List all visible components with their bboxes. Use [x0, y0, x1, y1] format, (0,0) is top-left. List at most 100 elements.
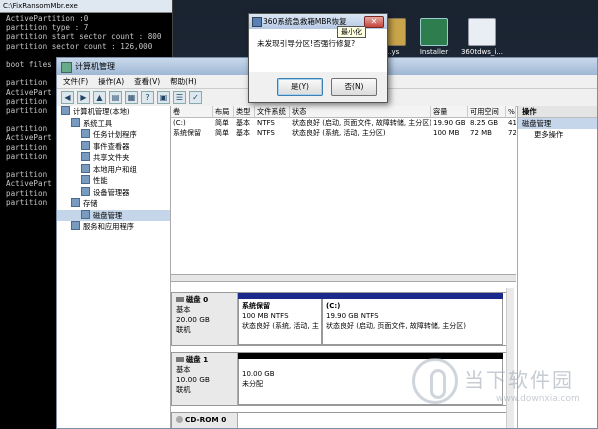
volume-cell-pct: 72	[508, 129, 516, 137]
clock-icon	[81, 129, 90, 138]
console-line: partition start sector count : 800	[6, 32, 162, 42]
tree-item[interactable]: 事件查看器	[57, 140, 170, 153]
dialog-title: 360系统急救箱MBR恢复	[263, 17, 347, 26]
tree-item-label: 磁盘管理	[93, 210, 123, 220]
cdrom-icon	[176, 416, 183, 423]
up-folder-icon[interactable]: ▲	[93, 91, 106, 104]
computer-icon	[61, 106, 70, 115]
desktop-icon-360tdws[interactable]: 360tdws_i...	[458, 18, 506, 56]
volume-cell-vol: 系统保留	[173, 129, 201, 137]
pane-splitter[interactable]	[171, 274, 516, 282]
tree-item-label: 共享文件夹	[93, 153, 130, 162]
tree-item-label: 任务计划程序	[93, 130, 137, 139]
storage-icon	[71, 198, 80, 207]
window-title: 计算机管理	[75, 62, 115, 71]
tree-item[interactable]: 系统工具	[57, 117, 170, 130]
col-layout[interactable]: 布局	[213, 106, 234, 117]
tree-item-label: 设备管理器	[93, 187, 130, 197]
partition-c[interactable]: (C:) 19.90 GB NTFS 状态良好 (启动, 页面文件, 故障转储,…	[322, 293, 503, 345]
no-button[interactable]: 否(N)	[331, 78, 377, 96]
volume-cell-fs: NTFS	[257, 119, 275, 127]
settings-icon[interactable]: ✓	[189, 91, 202, 104]
volume-cell-cap: 100 MB	[433, 129, 460, 137]
partition-system-reserved[interactable]: 系统保留 100 MB NTFS 状态良好 (系统, 活动, 主	[238, 293, 322, 345]
menu-file[interactable]: 文件(F)	[63, 75, 88, 88]
disk-kind: 基本	[176, 305, 191, 314]
disk-state: 联机	[176, 385, 191, 394]
tree-item-label: 系统工具	[83, 118, 113, 128]
desktop-icon-label: 360tdws_i...	[460, 48, 504, 56]
disk-0-row[interactable]: 磁盘 0 基本 20.00 GB 联机 系统保留 100 MB NTFS 状态良…	[171, 292, 507, 346]
view-icon[interactable]: ▣	[157, 91, 170, 104]
volume-row[interactable]: (C:) 简单 基本 NTFS 状态良好 (启动, 页面文件, 故障转储, 主分区) 19…	[171, 118, 516, 128]
dialog-titlebar[interactable]: 360系统急救箱MBR恢复 ✕	[249, 14, 387, 29]
disk-name: 磁盘 0	[186, 295, 209, 304]
volume-cell-layout: 简单	[215, 119, 229, 127]
actions-more[interactable]: 更多操作	[518, 129, 597, 140]
properties-icon[interactable]: ▦	[125, 91, 138, 104]
list-icon[interactable]: ☰	[173, 91, 186, 104]
col-capacity[interactable]: 容量	[431, 106, 468, 117]
col-status[interactable]: 状态	[290, 106, 431, 117]
partition-size: 19.90 GB NTFS	[326, 312, 379, 320]
watermark-text: 当下软件园	[464, 368, 574, 392]
disk-size: 10.00 GB	[176, 375, 210, 384]
yes-button[interactable]: 是(Y)	[277, 78, 323, 96]
tree-item[interactable]: 设备管理器	[57, 186, 170, 199]
tree-item[interactable]: 存储	[57, 198, 170, 210]
show-tree-icon[interactable]: ▤	[109, 91, 122, 104]
mbr-repair-dialog[interactable]: 360系统急救箱MBR恢复 ✕ 未发现引导分区!否强行修复? 是(Y) 否(N)	[248, 13, 388, 103]
tree-item-label: 存储	[83, 199, 98, 208]
minimize-tooltip: 最小化	[337, 26, 366, 38]
volume-cell-fs: NTFS	[257, 129, 275, 137]
tree-item[interactable]: 性能	[57, 175, 170, 187]
col-free-space[interactable]: 可用空间	[468, 106, 506, 117]
file-icon	[468, 18, 496, 46]
app-icon	[252, 17, 262, 27]
computer-management-icon	[61, 62, 72, 73]
tree-item[interactable]: 任务计划程序	[57, 129, 170, 141]
desktop-icon-label: Installer	[419, 48, 449, 56]
disk-state: 联机	[176, 325, 191, 334]
tree-item-label: 事件查看器	[93, 141, 130, 151]
col-type[interactable]: 类型	[234, 106, 255, 117]
partition-status: 状态良好 (启动, 页面文件, 故障转储, 主分区)	[326, 322, 467, 330]
menu-help[interactable]: 帮助(H)	[170, 75, 197, 88]
disk-name: 磁盘 1	[186, 355, 209, 364]
partition-status: 状态良好 (系统, 活动, 主	[242, 322, 319, 330]
partition-size: 100 MB NTFS	[242, 312, 289, 320]
desktop-icon-installer[interactable]: Installer	[412, 18, 456, 56]
menu-view[interactable]: 查看(V)	[134, 75, 160, 88]
volume-cell-free: 8.25 GB	[470, 119, 499, 127]
tree-item-label: 计算机管理(本地)	[73, 107, 130, 116]
help-icon[interactable]: ?	[141, 91, 154, 104]
partition-name: 系统保留	[242, 302, 270, 310]
folder-icon	[81, 152, 90, 161]
tree-item-label: 性能	[93, 176, 108, 185]
close-icon[interactable]: ✕	[364, 16, 384, 28]
tools-icon	[71, 117, 80, 127]
actions-disk-management[interactable]: 磁盘管理	[518, 118, 597, 129]
disk-0-label: 磁盘 0 基本 20.00 GB 联机	[172, 293, 238, 345]
performance-icon	[81, 175, 90, 184]
disk-kind: 基本	[176, 365, 191, 374]
dialog-message: 未发现引导分区!否强行修复?	[249, 29, 387, 72]
event-icon	[81, 140, 90, 150]
tree-item[interactable]: 本地用户和组	[57, 163, 170, 176]
disk-name: CD-ROM 0	[185, 415, 227, 424]
tree-item[interactable]: 磁盘管理	[57, 209, 170, 221]
menu-action[interactable]: 操作(A)	[98, 75, 124, 88]
forward-arrow-icon[interactable]: ▶	[77, 91, 90, 104]
tree-item[interactable]: 共享文件夹	[57, 152, 170, 164]
col-filesystem[interactable]: 文件系统	[255, 106, 290, 117]
watermark-logo-icon	[412, 358, 458, 404]
col-volume[interactable]: 卷	[171, 106, 213, 117]
tree-item[interactable]: 服务和应用程序	[57, 221, 170, 233]
disk-icon	[176, 297, 184, 302]
console-line: partition type : 7	[6, 23, 89, 33]
disk-icon	[176, 357, 184, 362]
col-percent[interactable]: %	[506, 106, 516, 117]
volume-row[interactable]: 系统保留 简单 基本 NTFS 状态良好 (系统, 活动, 主分区) 100 MB 72 M…	[171, 128, 516, 138]
back-arrow-icon[interactable]: ◀	[61, 91, 74, 104]
tree-item[interactable]: 计算机管理(本地)	[57, 106, 170, 118]
